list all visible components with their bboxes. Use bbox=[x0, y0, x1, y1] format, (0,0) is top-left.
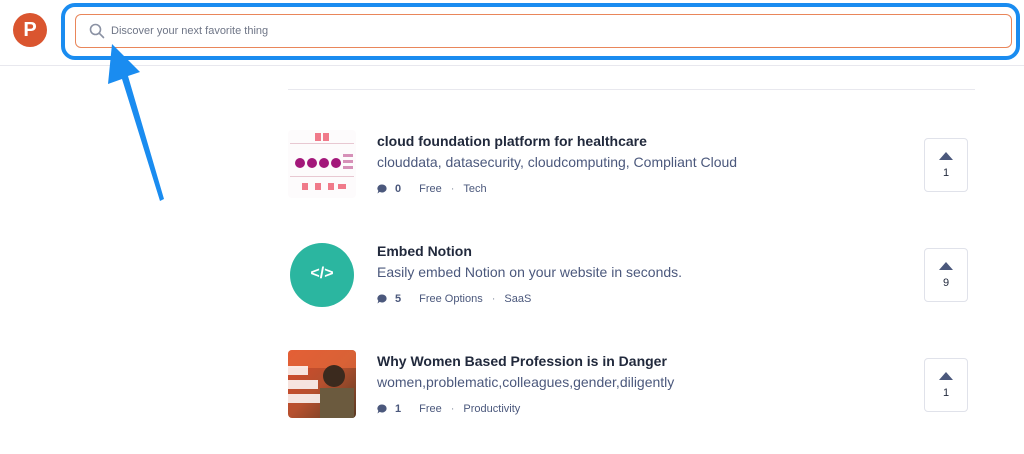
product-meta: 5 Free Options · SaaS bbox=[377, 293, 531, 305]
upvote-button[interactable]: 9 bbox=[924, 248, 968, 302]
diagram-thumbnail-icon bbox=[288, 130, 356, 198]
product-tagline: Easily embed Notion on your website in s… bbox=[377, 264, 683, 280]
search-box[interactable] bbox=[75, 14, 1012, 48]
product-meta: 1 Free · Productivity bbox=[377, 403, 520, 415]
upvote-triangle-icon bbox=[939, 151, 953, 160]
product-thumbnail[interactable]: </> bbox=[288, 240, 356, 308]
product-title[interactable]: Embed Notion bbox=[377, 243, 472, 259]
section-divider bbox=[288, 89, 975, 90]
comment-count[interactable]: 0 bbox=[395, 183, 401, 195]
code-brackets-icon: </> bbox=[310, 265, 334, 282]
product-item[interactable]: Why Women Based Profession is in Danger … bbox=[288, 350, 978, 420]
photo-thumbnail-icon bbox=[288, 350, 356, 418]
separator-dot: · bbox=[450, 403, 455, 415]
upvote-button[interactable]: 1 bbox=[924, 138, 968, 192]
pricing-label: Free bbox=[419, 403, 442, 415]
product-hunt-logo[interactable]: P bbox=[13, 13, 47, 47]
search-icon bbox=[89, 23, 105, 39]
pricing-label: Free Options bbox=[419, 293, 483, 305]
topic-link[interactable]: Productivity bbox=[463, 403, 520, 415]
product-item[interactable]: </> Embed Notion Easily embed Notion on … bbox=[288, 240, 978, 310]
vote-count: 1 bbox=[942, 166, 950, 179]
vote-count: 1 bbox=[942, 386, 950, 399]
upvote-triangle-icon bbox=[939, 371, 953, 380]
product-meta: 0 Free · Tech bbox=[377, 183, 487, 195]
search-input[interactable] bbox=[111, 15, 991, 46]
comment-icon bbox=[377, 404, 387, 414]
product-thumbnail[interactable] bbox=[288, 130, 356, 198]
upvote-triangle-icon bbox=[939, 261, 953, 270]
product-title[interactable]: cloud foundation platform for healthcare bbox=[377, 133, 647, 149]
product-title[interactable]: Why Women Based Profession is in Danger bbox=[377, 353, 667, 369]
comment-icon bbox=[377, 184, 387, 194]
comment-count[interactable]: 5 bbox=[395, 293, 401, 305]
separator-dot: · bbox=[491, 293, 496, 305]
topic-link[interactable]: SaaS bbox=[504, 293, 531, 305]
comment-count[interactable]: 1 bbox=[395, 403, 401, 415]
topic-link[interactable]: Tech bbox=[463, 183, 486, 195]
separator-dot: · bbox=[450, 183, 455, 195]
comment-icon bbox=[377, 294, 387, 304]
product-thumbnail[interactable] bbox=[288, 350, 356, 418]
vote-count: 9 bbox=[942, 276, 950, 289]
product-tagline: clouddata, datasecurity, cloudcomputing,… bbox=[377, 154, 738, 170]
product-item[interactable]: cloud foundation platform for healthcare… bbox=[288, 130, 978, 200]
upvote-button[interactable]: 1 bbox=[924, 358, 968, 412]
product-tagline: women,problematic,colleagues,gender,dili… bbox=[377, 374, 675, 390]
pricing-label: Free bbox=[419, 183, 442, 195]
